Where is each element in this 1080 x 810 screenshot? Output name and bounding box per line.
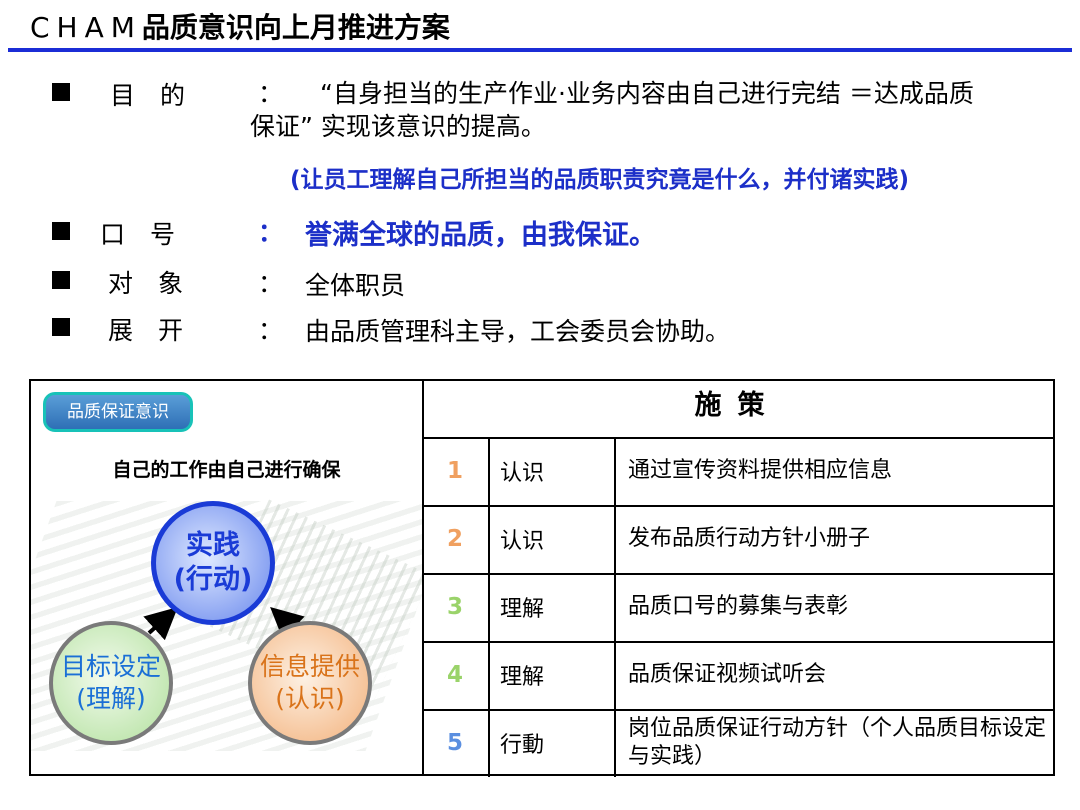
row-category: 理解 — [490, 573, 616, 641]
row-category: 行動 — [490, 709, 616, 777]
slogan-value: 誉满全球的品质，由我保证。 — [305, 220, 656, 251]
purpose-label: 目 的 — [110, 81, 186, 110]
table-row: 1 认识 通过宣传资料提供相应信息 — [422, 437, 1053, 507]
row-number: 1 — [422, 437, 490, 505]
target-colon: ： — [258, 269, 284, 298]
title-prefix: CHAM — [30, 11, 142, 44]
expand-value: 由品质管理科主导，工会委员会协助。 — [305, 317, 731, 346]
measures-header: 施策 — [422, 381, 1053, 439]
goal-setting-circle: 目标设定 (理解) — [49, 621, 173, 745]
practice-circle: 实践 (行动) — [151, 501, 275, 625]
expand-label: 展 开 — [108, 316, 184, 345]
measures-table: 施策 1 认识 通过宣传资料提供相应信息 2 认识 发布品质行动方针小册子 3 理解 品质口号的… — [422, 381, 1053, 777]
purpose-line1: “自身担当的生产作业·业务内容由自己进行完结 ＝达成品质 — [320, 79, 974, 108]
awareness-diagram: 品质保证意识 自己的工作由自己进行确保 实践 (行动) 目标设定 (理解) 信息… — [31, 381, 424, 774]
table-row: 5 行動 岗位品质保证行动方针（个人品质目标设定与实践） — [422, 709, 1053, 777]
info-provision-label: 信息提供 — [259, 652, 360, 681]
goal-setting-sub-label: (理解) — [76, 684, 146, 713]
row-category: 认识 — [490, 505, 616, 573]
table-row: 3 理解 品质口号的募集与表彰 — [422, 573, 1053, 643]
row-description: 品质口号的募集与表彰 — [628, 594, 849, 619]
slogan-colon: ： — [258, 218, 284, 247]
target-value: 全体职员 — [305, 271, 406, 300]
row-number: 3 — [422, 573, 490, 641]
bullet-icon — [52, 83, 70, 101]
practice-label: 实践 — [186, 530, 240, 561]
page-title: CHAM品质意识向上月推进方案 — [30, 6, 450, 46]
target-label: 对 象 — [108, 269, 184, 298]
table-row: 2 认识 发布品质行动方针小册子 — [422, 505, 1053, 575]
row-number: 5 — [422, 709, 490, 777]
title-main: 品质意识向上月推进方案 — [141, 11, 450, 44]
purpose-line2: 保证” 实现该意识的提高。 — [250, 112, 546, 141]
purpose-note: (让员工理解自己所担当的品质职责究竟是什么，并付诸实践) — [290, 167, 910, 193]
slogan-label: 口 号 — [100, 220, 176, 249]
row-number: 2 — [422, 505, 490, 573]
table-row: 4 理解 品质保证视频试听会 — [422, 641, 1053, 711]
row-description: 品质保证视频试听会 — [628, 662, 827, 687]
purpose-colon: ： — [258, 79, 284, 108]
bullet-icon — [52, 271, 70, 289]
expand-colon: ： — [258, 316, 284, 345]
measures-frame: 品质保证意识 自己的工作由自己进行确保 实践 (行动) 目标设定 (理解) 信息… — [29, 379, 1055, 777]
row-description: 通过宣传资料提供相应信息 — [628, 458, 893, 483]
row-description: 岗位品质保证行动方针（个人品质目标设定与实践） — [628, 716, 1047, 769]
practice-sub-label: (行动) — [173, 564, 253, 595]
title-underline — [8, 48, 1072, 52]
info-provision-sub-label: (认识) — [275, 684, 345, 713]
info-provision-circle: 信息提供 (认识) — [248, 621, 372, 745]
row-category: 理解 — [490, 641, 616, 709]
bullet-icon — [52, 318, 70, 336]
row-category: 认识 — [490, 437, 616, 505]
row-number: 4 — [422, 641, 490, 709]
goal-setting-label: 目标设定 — [60, 652, 161, 681]
row-description: 发布品质行动方针小册子 — [628, 526, 871, 551]
bullet-icon — [52, 222, 70, 240]
